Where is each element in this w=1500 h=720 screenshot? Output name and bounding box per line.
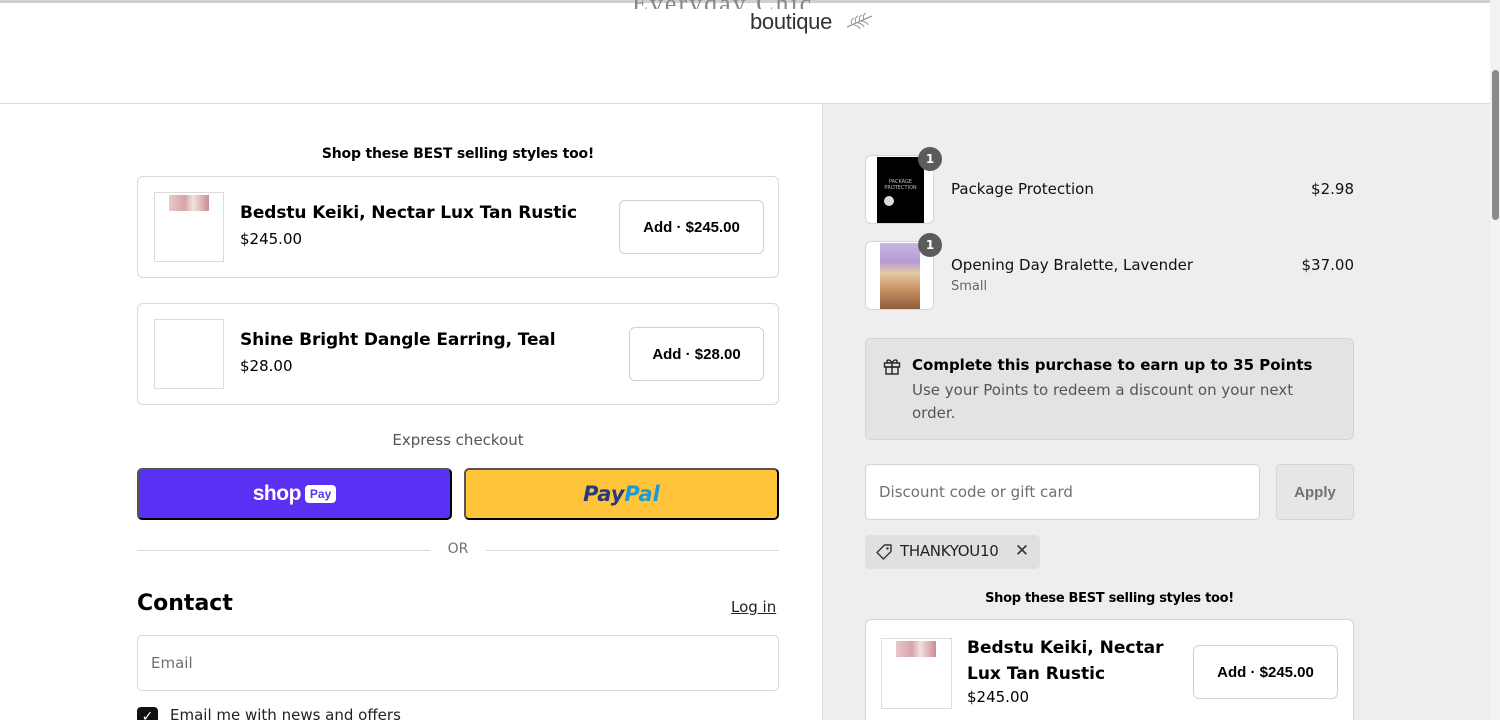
product-image [169,195,209,211]
remove-discount-icon[interactable]: ✕ [1013,541,1031,561]
line-item-name: Package Protection [951,180,1094,198]
paypal-wordmark: PayPal [583,482,660,506]
upsell-product-name: Bedstu Keiki, Nectar Lux Tan Rustic [240,203,577,223]
shop-pay-button[interactable]: shop Pay [137,468,452,520]
line-item-name: Opening Day Bralette, Lavender [951,256,1194,274]
upsell-heading: Shop these BEST selling styles too! [985,591,1234,606]
points-description: Use your Points to redeem a discount on … [912,381,1294,422]
add-upsell-button[interactable]: Add · $28.00 [629,327,764,381]
leaf-icon [846,13,873,29]
upsell-product-price: $245.00 [240,230,303,248]
newsletter-label: Email me with news and offers [170,706,401,720]
divider [486,550,779,551]
upsell-product-price: $245.00 [967,688,1030,706]
or-separator: OR [447,541,469,557]
line-item-variant: Small [951,279,988,294]
scrollbar-thumb[interactable] [1492,70,1499,220]
discount-code-input[interactable] [865,464,1260,520]
upsell-card: Bedstu Keiki, Nectar Lux Tan Rustic $245… [137,176,779,278]
upsell-heading: Shop these BEST selling styles too! [321,146,595,162]
email-field[interactable] [137,635,779,691]
quantity-badge: 1 [918,147,942,171]
paypal-pay-text: Pay [583,482,625,506]
contact-heading: Contact [137,591,233,616]
site-header: Everyday Chic boutique [0,0,1490,104]
product-image [896,641,936,657]
logo-top-text: Everyday Chic [632,0,862,9]
upsell-product-name: Shine Bright Dangle Earring, Teal [240,330,556,350]
logo[interactable]: boutique [750,9,832,35]
shop-pay-badge: Pay [304,485,337,503]
add-upsell-button[interactable]: Add · $245.00 [1193,645,1338,699]
paypal-button[interactable]: PayPal [464,468,779,520]
line-item-price: $37.00 [1301,256,1355,274]
product-thumbnail[interactable] [154,319,224,389]
upsell-product-price: $28.00 [240,357,293,375]
points-title: Complete this purchase to earn up to 35 … [912,356,1313,374]
tag-icon [876,544,892,560]
newsletter-checkbox[interactable]: ✓ [137,707,158,720]
line-item-price: $2.98 [1311,180,1354,198]
bralette-image [880,243,920,309]
upsell-card: Shine Bright Dangle Earring, Teal $28.00… [137,303,779,405]
upsell-product-name: Bedstu Keiki, Nectar Lux Tan Rustic [967,638,1164,684]
shop-pay-wordmark: shop [252,482,302,505]
paypal-pal-text: Pal [624,482,660,506]
flower-icon [884,196,894,206]
login-link[interactable]: Log in [731,598,776,616]
divider [137,550,430,551]
points-banner: Complete this purchase to earn up to 35 … [865,338,1354,440]
product-thumbnail[interactable] [154,192,224,262]
package-protection-image: PACKAGE PROTECTION [877,157,924,223]
add-upsell-button[interactable]: Add · $245.00 [619,200,764,254]
gift-icon [883,359,901,375]
discount-code-text: THANKYOU10 [900,542,999,560]
quantity-badge: 1 [918,233,942,257]
product-thumbnail[interactable] [881,638,952,709]
applied-discount-chip: THANKYOU10 ✕ [865,535,1040,569]
apply-discount-button[interactable]: Apply [1276,464,1354,520]
express-checkout-label: Express checkout [392,431,524,449]
upsell-card: Bedstu Keiki, Nectar Lux Tan Rustic $245… [865,619,1354,720]
